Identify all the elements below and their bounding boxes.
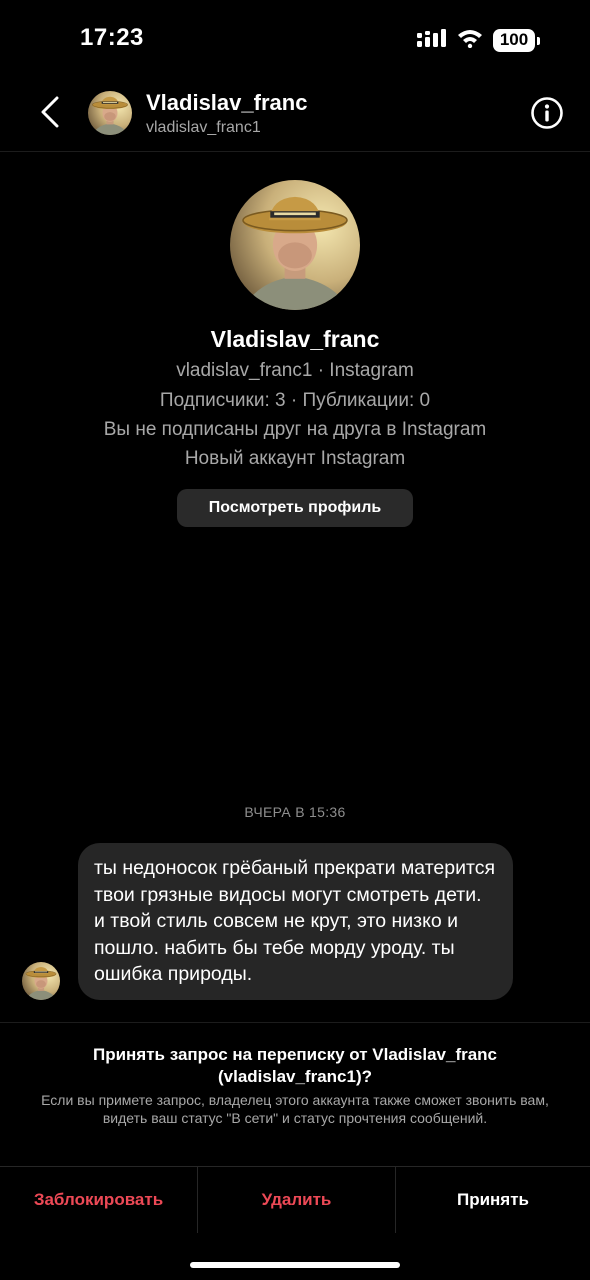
header-divider bbox=[0, 151, 590, 152]
delete-button[interactable]: Удалить bbox=[198, 1167, 395, 1233]
request-title: Принять запрос на переписку от Vladislav… bbox=[92, 1045, 498, 1086]
view-profile-button[interactable]: Посмотреть профиль bbox=[177, 489, 413, 527]
back-button[interactable] bbox=[32, 92, 68, 132]
header-avatar[interactable] bbox=[88, 91, 132, 135]
status-icons: 100 bbox=[417, 28, 540, 53]
request-description: Если вы примете запрос, владелец этого а… bbox=[41, 1092, 549, 1126]
wifi-icon bbox=[457, 28, 483, 53]
info-button[interactable] bbox=[530, 96, 564, 130]
request-divider bbox=[0, 1022, 590, 1023]
profile-new-account: Новый аккаунт Instagram bbox=[184, 448, 406, 469]
info-icon bbox=[531, 97, 563, 129]
header-display-name[interactable]: Vladislav_franc bbox=[146, 90, 307, 116]
profile-stats: Подписчики: 3 · Публикации: 0 bbox=[159, 390, 431, 411]
accept-button[interactable]: Принять bbox=[396, 1167, 590, 1233]
block-button[interactable]: Заблокировать bbox=[0, 1167, 197, 1233]
battery-level: 100 bbox=[493, 29, 535, 52]
message-bubble[interactable]: ты недоносок грёбаный прекрати матерится… bbox=[78, 843, 513, 1000]
status-time: 17:23 bbox=[80, 24, 144, 51]
back-chevron-icon bbox=[41, 96, 59, 128]
profile-avatar[interactable] bbox=[230, 180, 360, 310]
header-username[interactable]: vladislav_franc1 bbox=[146, 119, 261, 137]
sender-avatar[interactable] bbox=[22, 962, 60, 1000]
signal-icon bbox=[417, 29, 447, 52]
battery-icon: 100 bbox=[493, 29, 540, 52]
profile-handle: vladislav_franc1 · Instagram bbox=[176, 360, 414, 381]
profile-name: Vladislav_franc bbox=[210, 326, 380, 352]
home-indicator[interactable] bbox=[190, 1262, 400, 1268]
message-timestamp: ВЧЕРА В 15:36 bbox=[244, 804, 346, 820]
profile-mutual-status: Вы не подписаны друг на друга в Instagra… bbox=[103, 419, 487, 440]
